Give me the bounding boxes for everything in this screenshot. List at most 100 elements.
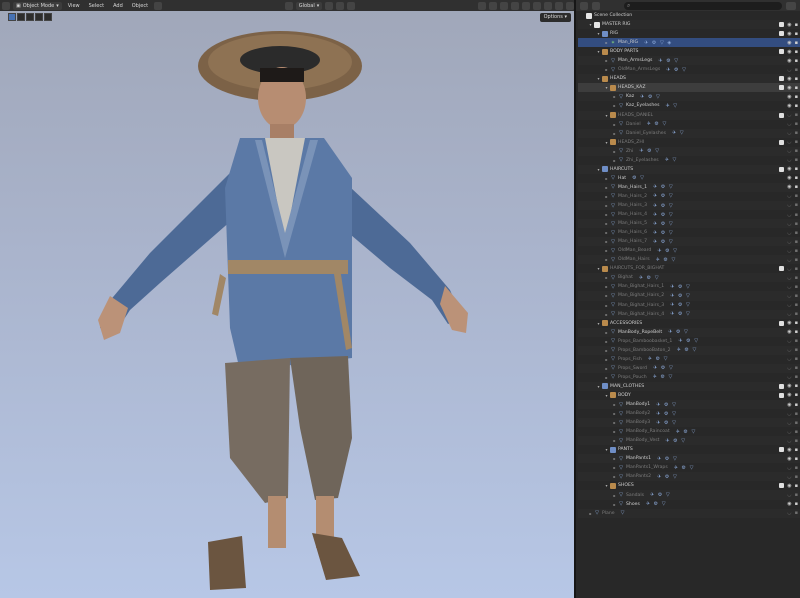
outliner-row[interactable]: ▸ ▽ Man_Hairs_2 ✈ ⚙ ▽ ◡ ▪ <box>578 192 800 201</box>
disclosure-open-icon[interactable]: ▾ <box>596 31 601 36</box>
camera-render-icon[interactable]: ▪ <box>795 175 798 181</box>
exclude-checkbox[interactable] <box>779 22 785 28</box>
eye-icon[interactable]: ◉ <box>787 76 791 82</box>
transform-orientation-selector[interactable]: Global ▾ <box>295 1 323 10</box>
camera-render-icon[interactable]: ▪ <box>795 402 798 408</box>
exclude-checkbox[interactable] <box>779 76 785 82</box>
camera-render-icon[interactable]: ▪ <box>795 474 798 480</box>
camera-render-icon[interactable]: ▪ <box>795 212 798 218</box>
disclosure-open-icon[interactable]: ▾ <box>604 483 609 488</box>
eye-closed-icon[interactable]: ◡ <box>787 230 791 236</box>
eye-icon[interactable]: ◉ <box>787 175 791 181</box>
eye-closed-icon[interactable]: ◡ <box>787 347 791 353</box>
disclosure-closed-icon[interactable]: ▸ <box>604 303 609 308</box>
camera-render-icon[interactable]: ▪ <box>795 230 798 236</box>
camera-render-icon[interactable]: ▪ <box>795 202 798 208</box>
eye-closed-icon[interactable]: ◡ <box>787 112 791 118</box>
outliner-row[interactable]: ▸ ▽ Zhi_Eyelashes ✈ ▽ ◡ ▪ <box>578 156 800 165</box>
outliner-row[interactable]: ▸ ▽ OldMan_ArmsLegs ✈ ⚙ ▽ ◡ ▪ <box>578 65 800 74</box>
select-invert-button[interactable] <box>35 13 43 21</box>
disclosure-closed-icon[interactable]: ▸ <box>604 375 609 380</box>
exclude-checkbox[interactable] <box>779 392 785 398</box>
filter-icon[interactable] <box>786 1 796 10</box>
eye-closed-icon[interactable]: ◡ <box>787 221 791 227</box>
outliner-row[interactable]: ▸ ▽ Props_BambooBaton_2 ✈ ⚙ ▽ ◡ ▪ <box>578 345 800 355</box>
camera-render-icon[interactable]: ▪ <box>795 58 798 64</box>
eye-closed-icon[interactable]: ◡ <box>787 67 791 73</box>
shading-wireframe-icon[interactable] <box>522 1 531 10</box>
menu-select[interactable]: Select <box>86 2 107 10</box>
camera-render-icon[interactable]: ▪ <box>795 429 798 435</box>
exclude-checkbox[interactable] <box>779 139 785 145</box>
camera-render-icon[interactable]: ▪ <box>795 356 798 362</box>
eye-closed-icon[interactable]: ◡ <box>787 429 791 435</box>
eye-closed-icon[interactable]: ◡ <box>787 411 791 417</box>
pivot-icon[interactable] <box>325 1 334 10</box>
outliner-row[interactable]: ▾ BODY ◉ ▪ <box>578 391 800 400</box>
camera-render-icon[interactable]: ▪ <box>795 293 798 299</box>
camera-render-icon[interactable]: ▪ <box>795 284 798 290</box>
select-subtract-button[interactable] <box>26 13 34 21</box>
disclosure-closed-icon[interactable]: ▸ <box>604 230 609 235</box>
eye-closed-icon[interactable]: ◡ <box>787 275 791 281</box>
camera-render-icon[interactable]: ▪ <box>795 438 798 444</box>
camera-render-icon[interactable]: ▪ <box>795 40 798 46</box>
disclosure-closed-icon[interactable]: ▸ <box>612 411 617 416</box>
disclosure-open-icon[interactable]: ▾ <box>588 22 593 27</box>
camera-render-icon[interactable]: ▪ <box>795 392 798 398</box>
disclosure-closed-icon[interactable]: ▸ <box>604 357 609 362</box>
disclosure-closed-icon[interactable]: ▸ <box>612 429 617 434</box>
outliner-row[interactable]: ▾ HEADS ◉ ▪ <box>578 74 800 84</box>
camera-render-icon[interactable]: ▪ <box>795 157 798 163</box>
character-model[interactable] <box>90 28 490 593</box>
outliner-row[interactable]: ▸ ▽ Zhi ✈ ⚙ ▽ ◡ ▪ <box>578 146 800 156</box>
camera-render-icon[interactable]: ▪ <box>795 248 798 254</box>
camera-render-icon[interactable]: ▪ <box>795 483 798 489</box>
camera-render-icon[interactable]: ▪ <box>795 94 798 100</box>
camera-render-icon[interactable]: ▪ <box>795 501 798 507</box>
mode-selector[interactable]: ▣ Object Mode ▾ <box>13 1 62 10</box>
menu-view[interactable]: View <box>65 2 83 10</box>
display-mode-icon[interactable] <box>592 1 600 10</box>
eye-closed-icon[interactable]: ◡ <box>787 139 791 145</box>
disclosure-closed-icon[interactable]: ▸ <box>604 67 609 72</box>
eye-closed-icon[interactable]: ◡ <box>787 474 791 480</box>
disclosure-closed-icon[interactable]: ▸ <box>604 248 609 253</box>
outliner-row[interactable]: ▾ HAIRCUTS_FOR_BIGHAT ◡ ▪ <box>578 264 800 273</box>
disclosure-open-icon[interactable]: ▾ <box>596 384 601 389</box>
disclosure-closed-icon[interactable]: ▸ <box>604 293 609 298</box>
eye-icon[interactable]: ◉ <box>787 456 791 462</box>
eye-closed-icon[interactable]: ◡ <box>787 248 791 254</box>
select-extend-button[interactable] <box>17 13 25 21</box>
outliner-row[interactable]: ▸ ▽ Man_Bighat_Hairs_4 ✈ ⚙ ▽ ◡ ▪ <box>578 309 800 319</box>
eye-closed-icon[interactable]: ◡ <box>787 193 791 199</box>
outliner-row[interactable]: ▸ ▽ ManBody2 ✈ ⚙ ▽ ◡ ▪ <box>578 409 800 418</box>
camera-render-icon[interactable]: ▪ <box>795 338 798 344</box>
outliner-row[interactable]: ▸ ▽ Shoes ✈ ⚙ ▽ ◉ ▪ <box>578 500 800 509</box>
outliner-row[interactable]: ▸ ▽ Man_Bighat_Hairs_2 ✈ ⚙ ▽ ◡ ▪ <box>578 291 800 301</box>
editor-type-icon[interactable] <box>580 1 588 10</box>
disclosure-open-icon[interactable]: ▾ <box>596 49 601 54</box>
outliner-row[interactable]: ▾ HEADS_DANIEL ◡ ▪ <box>578 110 800 120</box>
eye-icon[interactable]: ◉ <box>787 40 791 46</box>
camera-render-icon[interactable]: ▪ <box>795 22 798 28</box>
eye-icon[interactable]: ◉ <box>787 31 791 37</box>
eye-icon[interactable]: ◉ <box>787 58 791 64</box>
outliner-row[interactable]: ▸ ▽ ManPants1_Wraps ✈ ⚙ ▽ ◡ ▪ <box>578 463 800 472</box>
eye-icon[interactable]: ◉ <box>787 402 791 408</box>
eye-icon[interactable]: ◉ <box>787 22 791 28</box>
camera-render-icon[interactable]: ▪ <box>795 76 798 82</box>
disclosure-closed-icon[interactable]: ▸ <box>604 185 609 190</box>
disclosure-closed-icon[interactable]: ▸ <box>612 158 617 163</box>
camera-render-icon[interactable]: ▪ <box>795 365 798 371</box>
camera-render-icon[interactable]: ▪ <box>795 347 798 353</box>
outliner-row[interactable]: ▾ RIG ◉ ▪ <box>578 29 800 38</box>
outliner-row[interactable]: ▾ PANTS ◉ ▪ <box>578 445 800 454</box>
disclosure-open-icon[interactable]: ▾ <box>604 447 609 452</box>
camera-render-icon[interactable]: ▪ <box>795 112 798 118</box>
disclosure-open-icon[interactable]: ▾ <box>604 393 609 398</box>
eye-closed-icon[interactable]: ◡ <box>787 257 791 263</box>
disclosure-closed-icon[interactable]: ▸ <box>604 212 609 217</box>
eye-closed-icon[interactable]: ◡ <box>787 302 791 308</box>
outliner-row[interactable]: ▾ HAIRCUTS ◉ ▪ <box>578 164 800 174</box>
